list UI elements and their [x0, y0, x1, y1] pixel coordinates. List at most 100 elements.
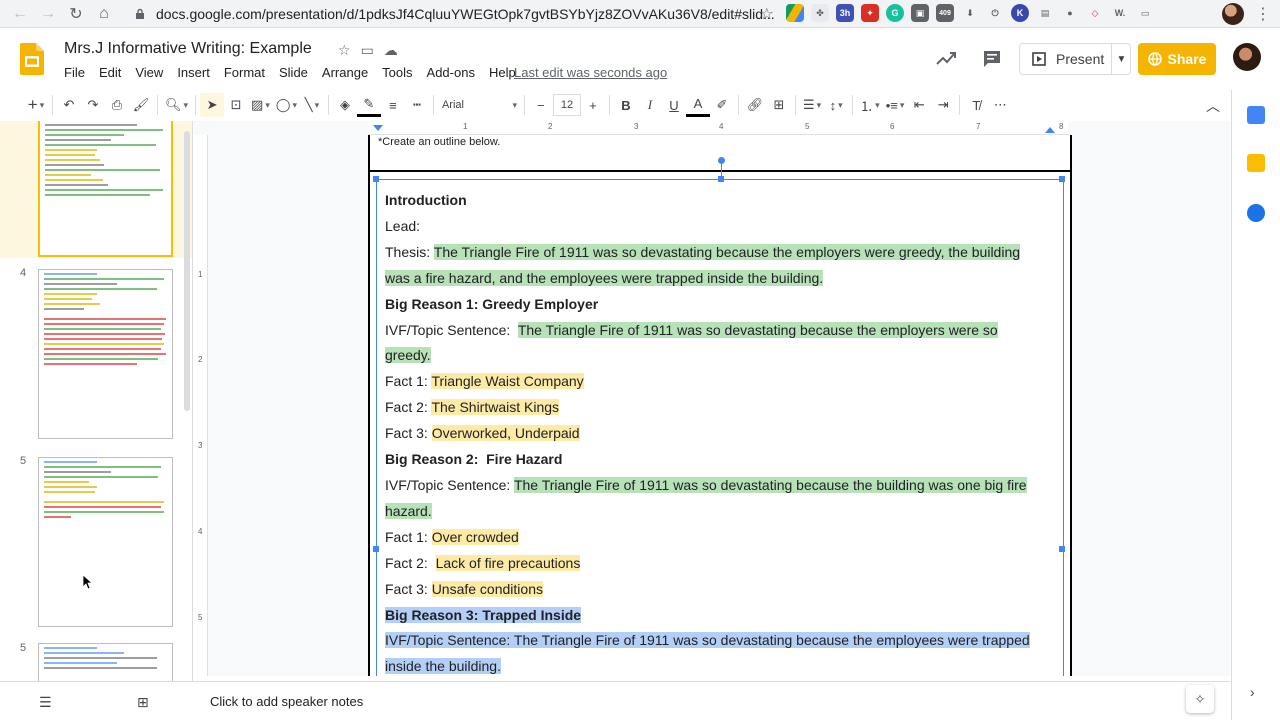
document-title[interactable]: Mrs.J Informative Writing: Example [64, 40, 312, 58]
insert-link-icon[interactable]: 🔗︎ [743, 93, 767, 117]
menu-insert[interactable]: Insert [170, 65, 217, 80]
red-extension-icon[interactable]: ✦ [861, 4, 879, 22]
user-avatar[interactable] [1233, 43, 1261, 71]
undo-icon[interactable]: ↶ [57, 93, 81, 117]
italic-icon[interactable]: I [638, 93, 662, 117]
calendar-extension-icon[interactable]: 3h [836, 4, 854, 22]
decrease-font-size-icon[interactable]: − [529, 93, 553, 117]
menu-addons[interactable]: Add-ons [420, 65, 482, 80]
menu-format[interactable]: Format [217, 65, 272, 80]
right-indent-marker-icon[interactable] [1045, 127, 1055, 135]
grammarly-extension-icon[interactable]: G [886, 4, 904, 22]
slide-thumbnail[interactable] [38, 457, 173, 627]
resize-handle[interactable] [1059, 176, 1065, 182]
numbered-list-icon[interactable]: ⒈ [857, 93, 883, 117]
border-weight-icon[interactable]: ≡ [381, 93, 405, 117]
keep-icon[interactable] [1247, 154, 1265, 172]
bold-icon[interactable]: B [614, 93, 638, 117]
slides-logo-icon[interactable] [20, 43, 44, 75]
menu-edit[interactable]: Edit [92, 65, 128, 80]
collapse-menus-chevron-icon[interactable]: ︿ [1206, 96, 1220, 116]
filmstrip-view-icon[interactable]: ☰ [39, 694, 52, 711]
font-family-select[interactable]: Arial [438, 93, 520, 117]
filmstrip-scrollbar[interactable] [184, 131, 190, 411]
slide-instruction[interactable]: *Create an outline below. [378, 136, 500, 148]
menu-slide[interactable]: Slide [272, 65, 315, 80]
circle-extension-icon[interactable]: ● [1061, 4, 1079, 22]
menu-arrange[interactable]: Arrange [315, 65, 375, 80]
calendar-icon[interactable] [1247, 106, 1265, 124]
k-extension-icon[interactable]: K [1011, 4, 1029, 22]
highlight-color-icon[interactable]: ✐ [710, 93, 734, 117]
text-box-icon[interactable]: ⊡ [224, 93, 248, 117]
underline-icon[interactable]: U [662, 93, 686, 117]
cast-extension-icon[interactable]: ▭ [1136, 4, 1154, 22]
more-options-icon[interactable]: ⋯ [988, 93, 1012, 117]
decrease-indent-icon[interactable]: ⇤ [907, 93, 931, 117]
resize-handle[interactable] [1059, 546, 1065, 552]
bookmark-star-icon[interactable]: ☆ [760, 4, 774, 24]
camera-extension-icon[interactable]: ▣ [911, 4, 929, 22]
increase-indent-icon[interactable]: ⇥ [931, 93, 955, 117]
reload-icon[interactable]: ↻ [62, 0, 90, 28]
image-icon[interactable]: ▨ [248, 93, 273, 117]
menu-tools[interactable]: Tools [375, 65, 419, 80]
share-button[interactable]: Share [1138, 43, 1216, 75]
speaker-notes-input[interactable]: Click to add speaker notes [210, 694, 363, 709]
last-edit-link[interactable]: Last edit was seconds ago [514, 65, 667, 80]
present-options-chevron-icon[interactable]: ▼ [1111, 44, 1131, 74]
line-icon[interactable]: ╲ [300, 93, 324, 117]
back-icon[interactable]: ← [6, 0, 34, 28]
resize-handle[interactable] [373, 176, 379, 182]
activity-trend-icon[interactable] [935, 48, 957, 70]
increase-font-size-icon[interactable]: + [581, 93, 605, 117]
zoom-icon[interactable]: 🔍︎ [162, 93, 191, 117]
comment-icon[interactable] [982, 49, 1002, 69]
bulleted-list-icon[interactable]: •≡ [883, 93, 908, 117]
download-extension-icon[interactable]: ⬇ [961, 4, 979, 22]
slide-thumbnail[interactable] [38, 643, 173, 681]
text-color-icon[interactable]: A [685, 93, 710, 117]
menu-file[interactable]: File [57, 65, 92, 80]
slide-thumbnail[interactable] [38, 269, 173, 439]
star-icon[interactable]: ☆ [338, 42, 351, 59]
grid-view-icon[interactable]: ⊞ [137, 694, 149, 711]
slide-thumbnail[interactable] [38, 121, 173, 257]
cloud-status-icon[interactable]: ☁ [384, 42, 398, 59]
border-color-icon[interactable]: ✎ [356, 93, 381, 117]
menu-view[interactable]: View [128, 65, 170, 80]
badge-extension-icon[interactable]: 409 [936, 4, 954, 22]
print-icon[interactable]: ⎙ [105, 93, 129, 117]
pink-extension-icon[interactable]: ◇ [1086, 4, 1104, 22]
browser-profile-avatar[interactable] [1222, 3, 1244, 25]
clear-formatting-icon[interactable]: T̸ [964, 93, 988, 117]
fill-color-icon[interactable]: ◈ [333, 93, 357, 117]
drive-extension-icon[interactable] [786, 4, 804, 22]
tasks-icon[interactable] [1247, 204, 1265, 222]
select-cursor-icon[interactable]: ➤ [200, 93, 225, 117]
new-slide-button[interactable]: + [24, 93, 48, 117]
w-extension-icon[interactable]: W. [1111, 4, 1129, 22]
outline-text-box[interactable]: Introduction Lead: Thesis: The Triangle Fi… [373, 176, 1065, 676]
home-icon[interactable]: ⌂ [90, 0, 118, 28]
show-side-panel-chevron-icon[interactable]: › [1250, 684, 1255, 700]
address-bar[interactable]: docs.google.com/presentation/d/1pdksJf4C… [128, 3, 774, 25]
border-dash-icon[interactable]: ┅ [405, 93, 429, 117]
move-folder-icon[interactable]: ▭ [361, 42, 374, 59]
shape-icon[interactable]: ◯ [273, 93, 300, 117]
explore-icon[interactable]: ✧ [1186, 685, 1214, 713]
left-indent-marker-icon[interactable] [373, 125, 383, 133]
resize-handle[interactable] [373, 546, 379, 552]
outline-text[interactable]: Introduction Lead: Thesis: The Triangle Fi… [385, 188, 1055, 676]
screen-extension-icon[interactable]: ▤ [1036, 4, 1054, 22]
font-size-input[interactable]: 12 [552, 94, 581, 116]
resize-handle[interactable] [718, 176, 724, 182]
line-spacing-icon[interactable]: ↕ [824, 93, 848, 117]
power-extension-icon[interactable]: ⏻ [986, 4, 1004, 22]
forward-icon[interactable]: → [34, 0, 62, 28]
present-button[interactable]: Present ▼ [1019, 43, 1131, 75]
redo-icon[interactable]: ↷ [81, 93, 105, 117]
browser-menu-icon[interactable]: ⋮ [1255, 4, 1271, 24]
paint-format-icon[interactable]: 🖌︎ [129, 93, 153, 117]
add-comment-icon[interactable]: ⊞ [767, 93, 791, 117]
